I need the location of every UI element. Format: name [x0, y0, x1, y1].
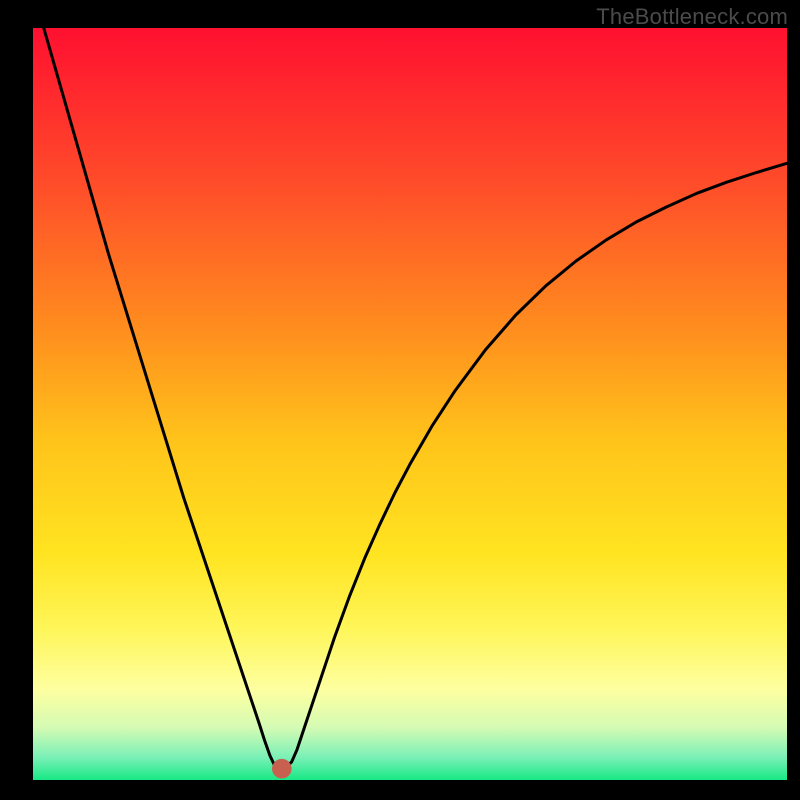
plot-background	[33, 28, 787, 780]
optimum-marker	[272, 759, 292, 779]
chart-stage: TheBottleneck.com	[0, 0, 800, 800]
bottleneck-chart	[0, 0, 800, 800]
